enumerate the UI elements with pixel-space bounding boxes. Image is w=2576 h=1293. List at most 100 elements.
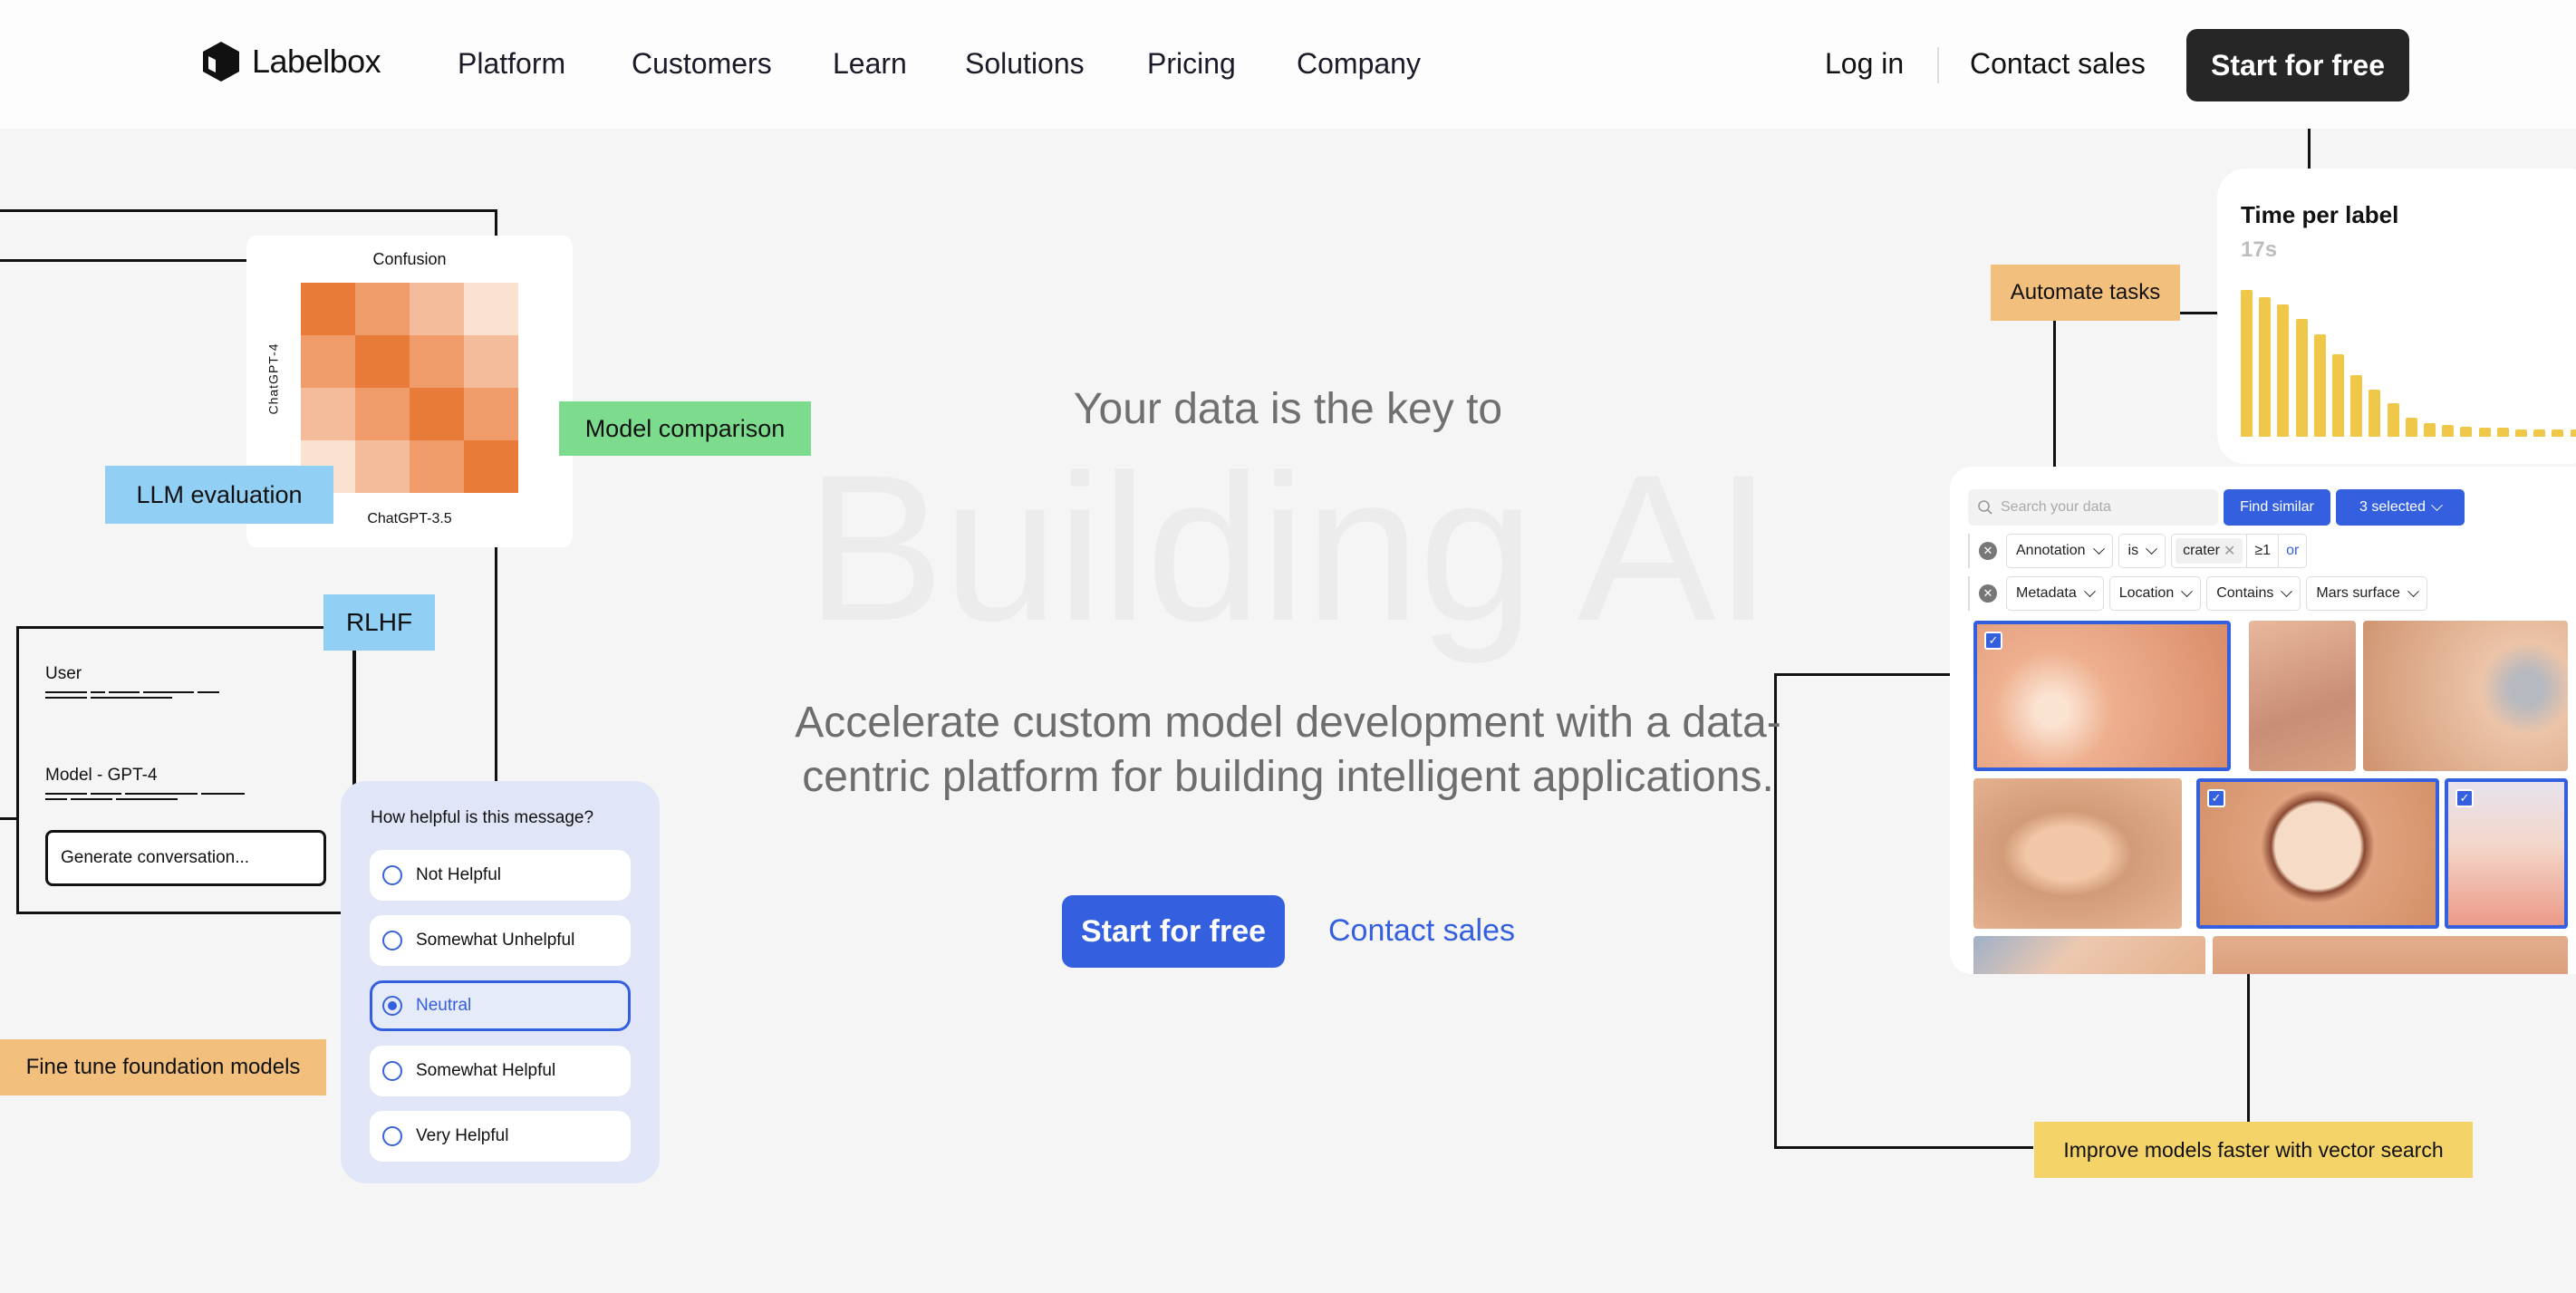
mars-image-tile[interactable]: ✓ [2445, 778, 2568, 929]
chat-model-label: Model - GPT-4 [45, 766, 158, 785]
hero-start-for-free-button[interactable]: Start for free [1062, 895, 1285, 968]
mars-image-tile[interactable]: ✓ [2196, 778, 2439, 929]
tag-automate-tasks: Automate tasks [1991, 265, 2180, 321]
confusion-cell [410, 440, 464, 493]
contact-sales-link[interactable]: Contact sales [1970, 47, 2146, 81]
survey-option-not-helpful[interactable]: Not Helpful [370, 850, 631, 901]
chip-label: Location [2118, 585, 2175, 601]
brand-logo[interactable]: Labelbox [203, 42, 381, 82]
helpfulness-survey: How helpful is this message? Not Helpful… [341, 781, 660, 1183]
chevron-down-icon [2281, 584, 2293, 597]
connector-line [0, 259, 246, 262]
survey-option-somewhat-helpful[interactable]: Somewhat Helpful [370, 1046, 631, 1096]
remove-filter-icon[interactable]: ✕ [1979, 584, 1997, 603]
chart-bar [2570, 429, 2576, 437]
mars-image-tile[interactable] [2213, 936, 2568, 974]
search-input[interactable]: Search your data [1968, 489, 2218, 526]
hero-contact-sales-link[interactable]: Contact sales [1328, 913, 1515, 949]
remove-chip-icon[interactable]: ✕ [2224, 542, 2235, 560]
radio-icon [382, 865, 402, 885]
nav-solutions[interactable]: Solutions [965, 47, 1085, 81]
chip-label: Contains [2216, 585, 2274, 601]
chip-label: Annotation [2016, 543, 2086, 558]
chip-label: Metadata [2016, 585, 2077, 601]
filter-key-dropdown[interactable]: Location [2108, 576, 2202, 611]
checkbox-checked-icon[interactable]: ✓ [2455, 789, 2474, 807]
confusion-cell [355, 440, 410, 493]
nav-learn[interactable]: Learn [833, 47, 907, 81]
chevron-down-icon [2146, 542, 2157, 555]
mars-image-tile[interactable] [2363, 621, 2568, 771]
confusion-cell [410, 388, 464, 440]
nav-pricing[interactable]: Pricing [1147, 47, 1236, 81]
brand-name: Labelbox [252, 43, 381, 80]
confusion-title: Confusion [372, 250, 447, 268]
checkbox-checked-icon[interactable]: ✓ [1984, 632, 2002, 650]
filter-field-dropdown[interactable]: Metadata [2006, 576, 2104, 611]
chart-bar [2313, 334, 2326, 437]
checkbox-checked-icon[interactable]: ✓ [2207, 789, 2225, 807]
chevron-down-icon [2431, 498, 2443, 511]
chart-bar [2277, 304, 2290, 437]
connector-line [1774, 673, 1950, 676]
chevron-down-icon [2083, 584, 2096, 597]
mars-image-tile[interactable] [2249, 621, 2356, 771]
search-placeholder: Search your data [2001, 499, 2111, 515]
chip-label: Mars surface [2316, 585, 2400, 601]
nav-platform[interactable]: Platform [458, 47, 565, 81]
confusion-cell [464, 388, 518, 440]
filter-operator-dropdown[interactable]: is [2118, 534, 2166, 568]
generate-conversation-input[interactable]: Generate conversation... [45, 830, 326, 886]
tag-vector-search: Improve models faster with vector search [2034, 1122, 2473, 1178]
selected-count-label: 3 selected [2359, 499, 2426, 515]
chart-bar [2515, 429, 2527, 437]
chart-bar [2387, 403, 2399, 437]
count-value[interactable]: ≥1 [2246, 535, 2278, 567]
search-icon [1978, 500, 1992, 515]
start-for-free-button[interactable]: Start for free [2186, 29, 2409, 101]
mars-image-tile[interactable]: ✓ [1973, 621, 2231, 771]
chart-bar [2405, 418, 2417, 437]
filter-operator-dropdown[interactable]: Contains [2206, 576, 2301, 611]
chart-bar [2369, 390, 2381, 437]
connector-line [1774, 1146, 2033, 1149]
find-similar-button[interactable]: Find similar [2224, 489, 2330, 526]
time-per-label-title: Time per label [2241, 201, 2399, 228]
survey-option-somewhat-unhelpful[interactable]: Somewhat Unhelpful [370, 915, 631, 966]
text-placeholder-line [45, 793, 245, 795]
text-placeholder-line [45, 798, 178, 800]
nav-customers[interactable]: Customers [632, 47, 772, 81]
confusion-cell [410, 283, 464, 335]
selected-count-dropdown[interactable]: 3 selected [2336, 489, 2465, 526]
chart-bar [2478, 428, 2491, 437]
nav-divider [1937, 47, 1939, 83]
value-chip-crater[interactable]: crater ✕ [2176, 538, 2243, 564]
or-button[interactable]: or [2278, 535, 2306, 567]
survey-option-very-helpful[interactable]: Very Helpful [370, 1111, 631, 1162]
chart-bar [2460, 427, 2473, 437]
chart-bar [2424, 423, 2436, 437]
connector-line [2176, 312, 2218, 314]
mars-image-tile[interactable] [1973, 778, 2182, 929]
filter-field-dropdown[interactable]: Annotation [2006, 534, 2113, 568]
connector-line [0, 817, 16, 820]
login-link[interactable]: Log in [1825, 47, 1904, 81]
tag-fine-tune: Fine tune foundation models [0, 1039, 326, 1095]
confusion-y-label: ChatGPT-4 [265, 343, 281, 415]
radio-selected-icon [382, 996, 402, 1016]
remove-filter-icon[interactable]: ✕ [1979, 542, 1997, 560]
chat-user-label: User [45, 664, 82, 683]
radio-icon [382, 931, 402, 950]
survey-option-neutral[interactable]: Neutral [370, 980, 631, 1031]
filter-value-dropdown[interactable]: Mars surface [2306, 576, 2427, 611]
chevron-down-icon [2092, 542, 2105, 555]
mars-image-tile[interactable] [1973, 936, 2205, 974]
chevron-down-icon [2407, 584, 2419, 597]
time-per-label-card: Time per label 17s [2217, 169, 2576, 464]
survey-question: How helpful is this message? [371, 808, 594, 827]
chart-bar [2442, 425, 2455, 437]
confusion-cell [301, 283, 355, 335]
nav-company[interactable]: Company [1297, 47, 1421, 81]
text-placeholder-line [45, 691, 219, 693]
confusion-cell [301, 335, 355, 388]
